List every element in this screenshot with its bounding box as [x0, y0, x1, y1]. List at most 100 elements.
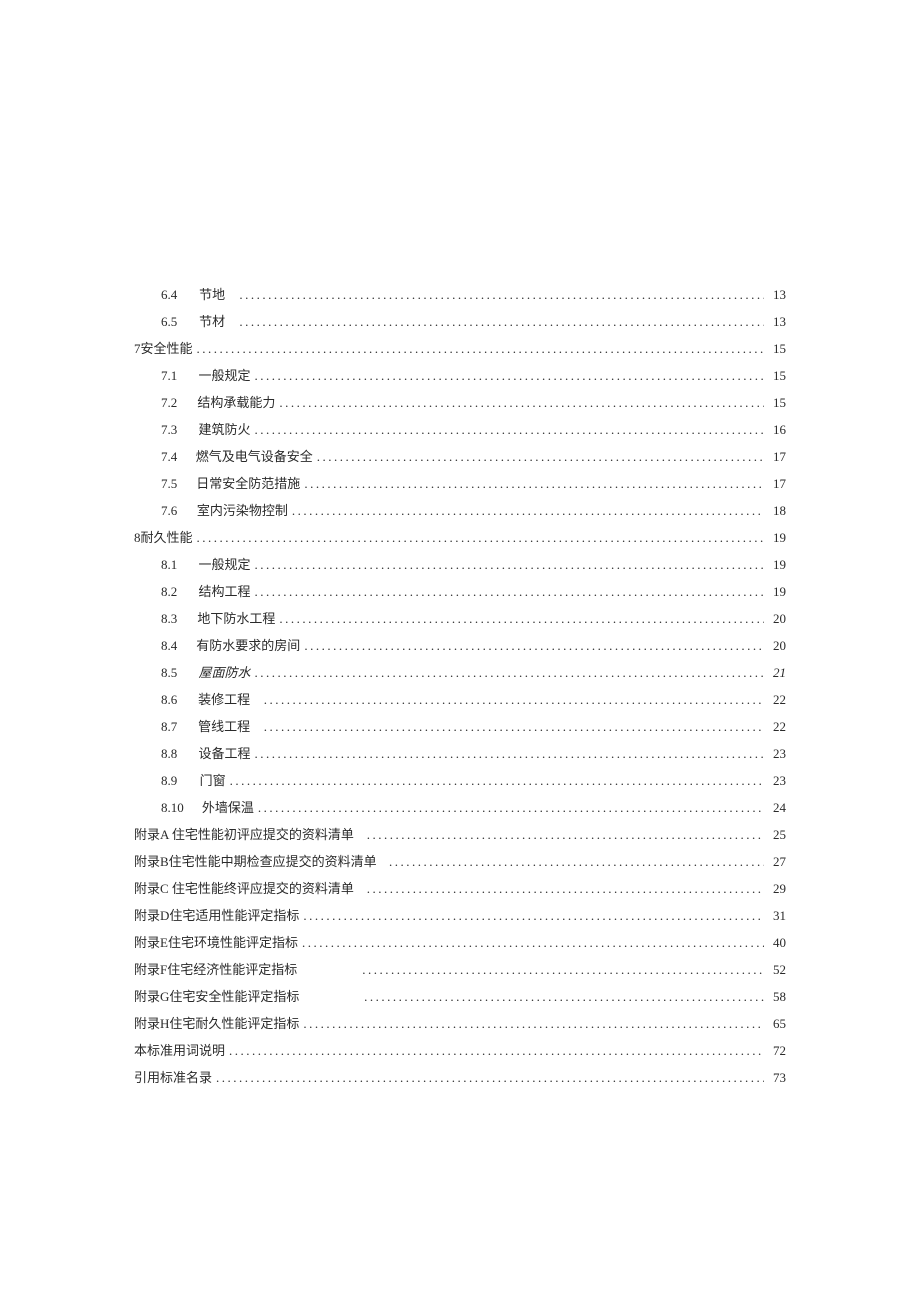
toc-entry: 附录D住宅适用性能评定指标 31: [134, 905, 786, 932]
toc-entry-page: 21: [768, 665, 786, 681]
toc-entry: 8.2结构工程19: [134, 581, 786, 608]
toc-entry-title: 附录B住宅性能中期检查应提交的资料清单: [134, 851, 377, 870]
toc-entry-title: 附录E住宅环境性能评定指标: [134, 932, 298, 951]
toc-entry-title: 地下防水工程: [197, 608, 275, 627]
toc-leader-dots: [255, 746, 764, 762]
toc-entry-page: 22: [768, 692, 786, 708]
toc-entry-page: 20: [768, 611, 786, 627]
toc-entry-page: 65: [768, 1016, 786, 1032]
toc-entry-page: 19: [768, 530, 786, 546]
toc-entry-title: 节地: [199, 284, 225, 303]
toc-leader-dots: [197, 530, 764, 546]
toc-entry-number: 8.5: [161, 665, 184, 681]
toc-entry-page: 23: [768, 746, 786, 762]
toc-entry: 附录B住宅性能中期检查应提交的资料清单 27: [134, 851, 786, 878]
toc-leader-dots: [239, 314, 764, 330]
toc-entry-page: 23: [768, 773, 786, 789]
toc-entry-title: 附录H住宅耐久性能评定指标: [134, 1013, 299, 1032]
toc-leader-dots: [255, 665, 764, 681]
toc-entry: 8.8设备工程23: [134, 743, 786, 770]
toc-entry-page: 19: [768, 584, 786, 600]
toc-entry: 7.3建筑防火16: [134, 419, 786, 446]
toc-entry: 本标准用词说明72: [134, 1040, 786, 1067]
toc-entry: 8耐久性能19: [134, 527, 786, 554]
toc-entry-title: 附录A 住宅性能初评应提交的资料清单: [134, 824, 354, 843]
toc-entry-title: 附录D住宅适用性能评定指标: [134, 905, 299, 924]
toc-leader-dots: [197, 341, 764, 357]
toc-entry-page: 29: [768, 881, 786, 897]
toc-entry: 附录E住宅环境性能评定指标 40: [134, 932, 786, 959]
toc-entry-title: 附录C 住宅性能终评应提交的资料清单: [134, 878, 354, 897]
toc-entry-page: 13: [768, 314, 786, 330]
toc-entry-page: 31: [768, 908, 786, 924]
toc-entry-number: 7.6: [161, 503, 182, 519]
toc-entry-title: 门窗: [200, 770, 226, 789]
toc-entry: 附录G住宅安全性能评定指标58: [134, 986, 786, 1013]
toc-entry-title: 附录G住宅安全性能评定指标: [134, 986, 299, 1005]
toc-leader-dots: [317, 449, 764, 465]
toc-entry-number: 8.8: [161, 746, 184, 762]
toc-entry-title: 一般规定: [199, 554, 251, 573]
toc-leader-dots: [216, 1070, 764, 1086]
toc-entry: 7.5日常安全防范措施17: [134, 473, 786, 500]
toc-leader-dots: [303, 1016, 764, 1032]
toc-entry-number: 6.4: [161, 287, 184, 303]
toc-leader-dots: [255, 368, 764, 384]
toc-entry-page: 17: [768, 449, 786, 465]
toc-entry: 附录A 住宅性能初评应提交的资料清单 25: [134, 824, 786, 851]
toc-entry-page: 15: [768, 395, 786, 411]
toc-leader-dots: [255, 584, 764, 600]
toc-leader-dots: [304, 476, 764, 492]
toc-entry-page: 13: [768, 287, 786, 303]
toc-leader-dots: [229, 1043, 764, 1059]
toc-leader-dots: [389, 854, 764, 870]
toc-entry: 8.3 地下防水工程 20: [134, 608, 786, 635]
toc-leader-dots: [279, 395, 764, 411]
toc-leader-dots: [279, 611, 764, 627]
toc-entry: 8.6装修工程22: [134, 689, 786, 716]
toc-entry: 7安全性能15: [134, 338, 786, 365]
toc-entry: 8.10外墙保温24: [134, 797, 786, 824]
toc-leader-dots: [304, 638, 764, 654]
toc-entry-title: 装修工程: [198, 689, 250, 708]
toc-entry-page: 73: [768, 1070, 786, 1086]
toc-entry-title: 燃气及电气设备安全: [196, 446, 313, 465]
toc-entry-title: 节材: [199, 311, 225, 330]
toc-entry-page: 27: [768, 854, 786, 870]
toc-entry-title: 7安全性能: [134, 338, 193, 357]
toc-entry-title: 屋面防水: [199, 662, 251, 681]
toc-entry: 8.5 屋面防水 21: [134, 662, 786, 689]
toc-leader-dots: [264, 692, 764, 708]
toc-entry-number: 8.10: [161, 800, 187, 816]
toc-entry-page: 22: [768, 719, 786, 735]
toc-entry-title: 建筑防火: [199, 419, 251, 438]
toc-leader-dots: [230, 773, 764, 789]
toc-entry-number: 8.9: [161, 773, 185, 789]
toc-leader-dots: [255, 422, 764, 438]
toc-entry-page: 72: [768, 1043, 786, 1059]
toc-leader-dots: [367, 827, 764, 843]
toc-entry-title: 附录F住宅经济性能评定指标: [134, 959, 297, 978]
toc-entry: 8.1一般规定19: [134, 554, 786, 581]
toc-entry-number: 7.5: [161, 476, 181, 492]
toc-entry-page: 40: [768, 935, 786, 951]
toc-entry: 附录C 住宅性能终评应提交的资料清单 29: [134, 878, 786, 905]
toc-entry-title: 室内污染物控制: [197, 500, 288, 519]
toc-entry-number: 7.4: [161, 449, 181, 465]
toc-entry: 8.4有防水要求的房间20: [134, 635, 786, 662]
toc-leader-dots: [362, 962, 764, 978]
toc-entry-page: 16: [768, 422, 786, 438]
toc-entry: 8.9 门窗 23: [134, 770, 786, 797]
toc-leader-dots: [367, 881, 764, 897]
toc-entry-number: 8.3: [161, 611, 182, 627]
toc-entry-title: 结构承载能力: [197, 392, 275, 411]
toc-entry-page: 19: [768, 557, 786, 573]
toc-entry-number: 6.5: [161, 314, 184, 330]
toc-entry-title: 一般规定: [199, 365, 251, 384]
toc-leader-dots: [303, 908, 764, 924]
toc-entry-page: 25: [768, 827, 786, 843]
toc-entry-number: 8.2: [161, 584, 184, 600]
toc-leader-dots: [255, 557, 764, 573]
toc-entry-number: 8.4: [161, 638, 181, 654]
toc-leader-dots: [239, 287, 764, 303]
